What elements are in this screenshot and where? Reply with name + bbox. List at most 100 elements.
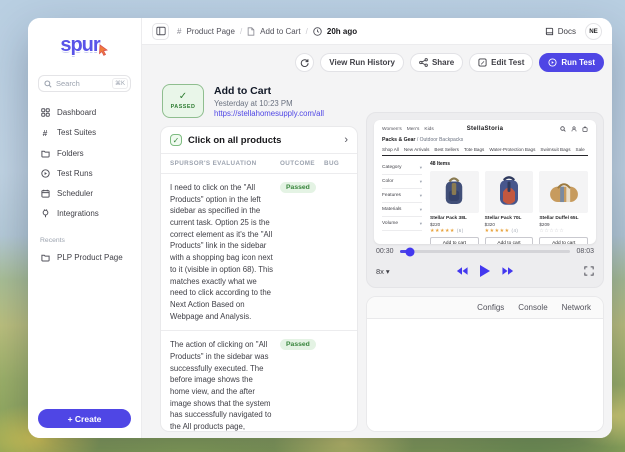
chevron-right-icon[interactable]: › (344, 135, 348, 146)
run-status-badge: ✓ PASSED (162, 84, 204, 118)
share-label: Share (432, 58, 454, 67)
sidebar-item-scheduler[interactable]: Scheduler (28, 183, 141, 203)
filter-row: Color▾ (382, 175, 422, 189)
run-toolbar: View Run History Share Edit Test Run Tes… (160, 53, 604, 72)
book-icon (545, 27, 554, 36)
run-left-column: ✓ PASSED Add to Cart Yesterday at 10:23 … (160, 80, 358, 432)
product-name: Stellar Pack 38L (430, 216, 479, 221)
run-title-block: Add to Cart Yesterday at 10:23 PM https:… (214, 85, 324, 118)
share-button[interactable]: Share (410, 53, 463, 72)
column-evaluation: SPURSOR'S EVALUATION (170, 160, 280, 167)
chevron-down-icon: ▾ (386, 267, 390, 276)
sidebar-item-plp-product-page[interactable]: PLP Product Page (28, 247, 141, 267)
evaluation-text: The action of clicking on "All Products"… (170, 339, 280, 431)
site-nav-links: Women's Men's Kids (382, 127, 446, 132)
tab-configs[interactable]: Configs (477, 303, 504, 312)
run-url-link[interactable]: https://stellahomesupply.com/all (214, 109, 324, 118)
view-run-history-button[interactable]: View Run History (320, 53, 404, 72)
product-image (430, 171, 479, 213)
chevron-down-icon: ▾ (420, 179, 422, 185)
breadcrumb-project[interactable]: Product Page (186, 27, 234, 36)
sidebar-item-label: Test Suites (57, 128, 96, 137)
docs-label: Docs (558, 27, 576, 36)
site-category: New Arrivals (404, 147, 430, 152)
run-test-button[interactable]: Run Test (539, 53, 604, 72)
column-outcome: OUTCOME (280, 160, 324, 167)
evaluation-table-body[interactable]: I need to click on the "All Products" op… (161, 174, 357, 431)
refresh-button[interactable] (295, 53, 314, 72)
folder-icon (40, 149, 50, 158)
play-button[interactable] (479, 264, 492, 278)
outcome-badge: Passed (280, 339, 316, 350)
stars: ★★★★★ (430, 228, 455, 234)
product-name: Stellar Duffel 65L (539, 216, 588, 221)
product-card: Stellar Pack 38L $220 ★★★★★ (6) Add to c… (430, 171, 479, 244)
product-name: Stellar Pack 70L (485, 216, 534, 221)
playback-speed-select[interactable]: 8x ▾ (376, 267, 390, 276)
filter-label: Materials (382, 207, 401, 212)
run-right-column: Women's Men's Kids StellaStoria (366, 80, 604, 432)
current-time: 00:30 (376, 248, 394, 255)
site-breadcrumb-page: Outdoor Backpacks (420, 137, 464, 143)
chevron-down-icon: ▾ (420, 165, 422, 171)
sidebar-spacer (28, 267, 141, 399)
search-input[interactable]: ⌘K (38, 75, 131, 92)
rewind-button[interactable] (456, 266, 469, 276)
seek-bar[interactable] (400, 250, 571, 253)
sidebar-item-dashboard[interactable]: Dashboard (28, 102, 141, 122)
console-tab-bar: Configs Console Network (367, 297, 603, 319)
create-button[interactable]: + Create (38, 409, 131, 428)
table-row: The action of clicking on "All Products"… (161, 331, 357, 431)
evaluation-text: I need to click on the "All Products" op… (170, 182, 280, 322)
sidebar-item-folders[interactable]: Folders (28, 143, 141, 163)
filter-row: Category▾ (382, 161, 422, 175)
sidebar-nav: Dashboard # Test Suites Folders Test Run… (28, 98, 141, 227)
sidebar-item-label: Test Runs (57, 169, 93, 178)
sidebar-toggle-button[interactable] (152, 23, 169, 40)
product-image (539, 171, 588, 213)
sidebar-item-test-runs[interactable]: Test Runs (28, 163, 141, 183)
chevron-down-icon: ▾ (420, 193, 422, 199)
site-nav-link: Men's (407, 127, 420, 132)
evaluation-table-header: SPURSOR'S EVALUATION OUTCOME BUG (161, 154, 357, 174)
clock-icon (313, 27, 322, 36)
check-icon: ✓ (179, 92, 187, 102)
filter-label: Features (382, 193, 401, 198)
product-card: Stellar Duffel 65L $209 ☆☆☆☆☆ Add to car… (539, 171, 588, 244)
run-title: Add to Cart (214, 85, 324, 97)
search-icon (44, 80, 52, 88)
chevron-down-icon: ▾ (420, 221, 422, 227)
step-header[interactable]: ✓ Click on all products › (161, 127, 357, 154)
sidebar-item-test-suites[interactable]: # Test Suites (28, 122, 141, 143)
site-nav: Women's Men's Kids StellaStoria (382, 126, 588, 132)
tab-console[interactable]: Console (518, 303, 547, 312)
main-area: # Product Page / Add to Cart / 20h ago D… (142, 18, 612, 438)
search-field[interactable] (56, 79, 108, 88)
breadcrumb-separator: / (240, 27, 242, 36)
site-filters: Category▾ Color▾ Features▾ Materials▾ Vo… (382, 161, 422, 244)
fullscreen-button[interactable] (584, 266, 594, 276)
product-price: $220 (430, 222, 479, 227)
breadcrumb-time: 20h ago (327, 27, 357, 36)
app-logo[interactable]: spur (28, 18, 141, 67)
avatar[interactable]: NE (585, 23, 602, 40)
sidebar-item-integrations[interactable]: Integrations (28, 203, 141, 223)
fast-forward-button[interactable] (502, 266, 515, 276)
add-to-cart-button: Add to cart (539, 237, 588, 244)
console-panel: Configs Console Network (366, 296, 604, 432)
breadcrumb-test[interactable]: Add to Cart (260, 27, 300, 36)
stars: ☆☆☆☆☆ (539, 228, 564, 234)
run-body: ✓ PASSED Add to Cart Yesterday at 10:23 … (160, 80, 604, 432)
dashboard-icon (40, 108, 50, 117)
seek-handle[interactable] (405, 247, 414, 256)
content-area: View Run History Share Edit Test Run Tes… (142, 45, 612, 438)
site-breadcrumb-separator: / (417, 137, 418, 143)
cursor-icon (98, 44, 109, 56)
tab-network[interactable]: Network (562, 303, 591, 312)
bug-cell (324, 182, 348, 322)
docs-link[interactable]: Docs (545, 27, 576, 36)
edit-test-button[interactable]: Edit Test (469, 53, 533, 72)
speed-value: 8x (376, 267, 384, 276)
console-body (367, 319, 603, 431)
app-window: spur ⌘K Dashboard # Test Suites Fo (28, 18, 612, 438)
